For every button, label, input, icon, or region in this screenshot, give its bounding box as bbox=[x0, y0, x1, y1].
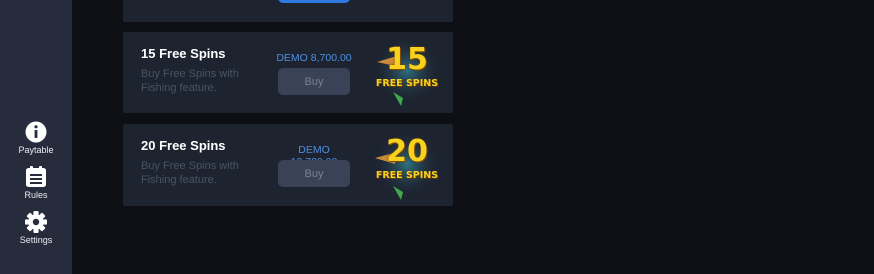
info-icon bbox=[25, 121, 47, 143]
emblem-number: 20 bbox=[386, 134, 428, 169]
sidebar-item-label: Paytable bbox=[18, 145, 54, 155]
sidebar-item-settings[interactable]: Settings bbox=[0, 211, 72, 245]
buy-button[interactable]: Buy bbox=[278, 160, 350, 187]
emblem-text: FREE SPINS bbox=[375, 78, 439, 89]
emblem-number: 15 bbox=[386, 42, 428, 77]
offer-card-20-free-spins: 20 Free Spins Buy Free Spins with Fishin… bbox=[123, 124, 453, 206]
offer-description: Buy Free Spins with Fishing feature. bbox=[141, 160, 239, 186]
free-spins-emblem: 15 FREE SPINS bbox=[371, 36, 443, 110]
sidebar-item-label: Settings bbox=[19, 235, 53, 245]
emblem-text: FREE SPINS bbox=[375, 170, 439, 181]
sidebar-item-label: Rules bbox=[24, 190, 48, 200]
gear-icon bbox=[25, 211, 47, 233]
offer-card-partial bbox=[123, 0, 453, 22]
buy-button[interactable]: Buy bbox=[278, 68, 350, 95]
free-spins-emblem: 20 FREE SPINS bbox=[371, 128, 443, 202]
sidebar-item-paytable[interactable]: Paytable bbox=[0, 121, 72, 155]
sidebar-item-rules[interactable]: Rules bbox=[0, 166, 72, 200]
offer-price: DEMO 8,700.00 bbox=[276, 52, 352, 64]
sidebar: Paytable Rules Settings bbox=[0, 0, 72, 274]
offer-card-15-free-spins: 15 Free Spins Buy Free Spins with Fishin… bbox=[123, 32, 453, 113]
buy-button-partial[interactable] bbox=[278, 0, 350, 3]
rules-list-icon bbox=[26, 166, 46, 187]
offer-title: 15 Free Spins bbox=[141, 46, 226, 61]
buy-feature-panel: 15 Free Spins Buy Free Spins with Fishin… bbox=[72, 0, 874, 274]
offer-description: Buy Free Spins with Fishing feature. bbox=[141, 68, 239, 94]
offer-title: 20 Free Spins bbox=[141, 138, 226, 153]
